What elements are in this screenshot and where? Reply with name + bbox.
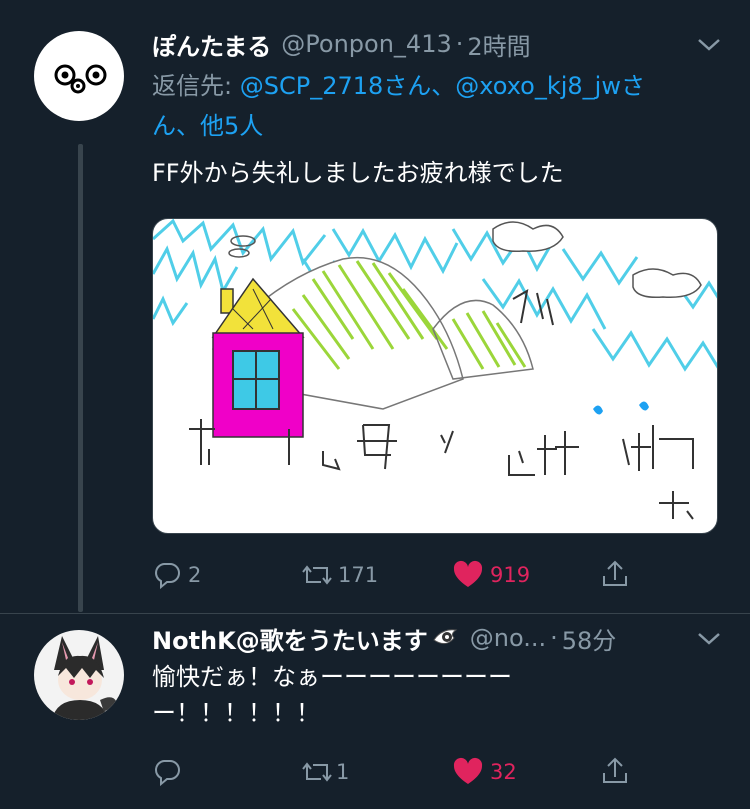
heart-icon bbox=[453, 560, 483, 587]
reply-label: 返信先: bbox=[152, 72, 233, 100]
tweet-header: ぽんたまる @Ponpon_413 · 2時間 bbox=[152, 27, 531, 61]
retweet-icon bbox=[302, 565, 332, 585]
separator-dot: · bbox=[455, 30, 464, 58]
user-handle[interactable]: @Ponpon_413 bbox=[281, 30, 451, 58]
reply-others-link[interactable]: 他5人 bbox=[200, 112, 263, 140]
chevron-down-icon bbox=[698, 39, 720, 51]
character-avatar-icon bbox=[52, 636, 119, 720]
retweet-icon bbox=[302, 762, 332, 782]
retweet-count: 1 bbox=[336, 760, 350, 784]
tweet-text-line: ー！！！！！！ bbox=[152, 699, 320, 727]
tweet-menu-button[interactable] bbox=[696, 34, 722, 54]
tweet-image[interactable] bbox=[152, 218, 718, 534]
drawing-image bbox=[153, 219, 717, 520]
mention-link[interactable]: @SCP_2718 bbox=[240, 72, 384, 100]
avatar[interactable] bbox=[34, 31, 124, 121]
timestamp[interactable]: 2時間 bbox=[467, 27, 530, 62]
share-icon bbox=[603, 757, 627, 783]
like-button[interactable]: 32 bbox=[452, 757, 517, 787]
share-button[interactable] bbox=[600, 558, 630, 590]
mention-suffix: さ bbox=[620, 72, 645, 100]
tweet-text: 愉快だぁ！なぁーーーーーーーー ー！！！！！！ bbox=[152, 660, 722, 730]
like-count: 32 bbox=[490, 760, 517, 784]
mention-link[interactable]: @xoxo_kj8_jw bbox=[455, 72, 621, 100]
reply-to: 返信先: @SCP_2718さん、@xoxo_kj8_jwさ ん、他5人 bbox=[152, 69, 722, 143]
separator-dot: · bbox=[550, 624, 558, 652]
eye-emoji-icon bbox=[432, 624, 460, 652]
avatar[interactable] bbox=[34, 630, 124, 720]
divider bbox=[0, 613, 750, 614]
mention-suffix: さん、 bbox=[383, 72, 456, 100]
display-name[interactable]: ぽんたまる bbox=[152, 27, 271, 62]
thread-line bbox=[78, 144, 83, 612]
tweet-menu-button[interactable] bbox=[696, 628, 722, 648]
display-name[interactable]: NothK@歌をうたいます bbox=[152, 621, 428, 656]
tweet-text-line: 愉快だぁ！なぁーーーーーーーー bbox=[152, 663, 512, 691]
retweet-button[interactable]: 171 bbox=[300, 560, 378, 590]
retweet-button[interactable]: 1 bbox=[300, 757, 349, 787]
share-button[interactable] bbox=[600, 755, 630, 787]
chevron-down-icon bbox=[698, 633, 720, 645]
timestamp[interactable]: 58分 bbox=[562, 621, 617, 656]
tweet-header: NothK@歌をうたいます @no... · 58分 bbox=[152, 621, 616, 655]
heart-icon bbox=[453, 757, 483, 784]
reply-icon bbox=[155, 563, 180, 590]
reply-button[interactable] bbox=[152, 757, 188, 787]
user-handle[interactable]: @no... bbox=[470, 624, 546, 652]
reply-button[interactable]: 2 bbox=[152, 560, 201, 590]
like-count: 919 bbox=[490, 563, 531, 587]
share-icon bbox=[603, 560, 627, 586]
reply-count: 2 bbox=[188, 563, 202, 587]
retweet-count: 171 bbox=[338, 563, 379, 587]
face-eyes-icon bbox=[54, 64, 107, 94]
mention-suffix: ん、 bbox=[152, 112, 200, 140]
tweet-text: FF外から失礼しましたお疲れ様でした bbox=[152, 159, 564, 187]
like-button[interactable]: 919 bbox=[452, 560, 530, 590]
reply-icon bbox=[155, 760, 180, 787]
